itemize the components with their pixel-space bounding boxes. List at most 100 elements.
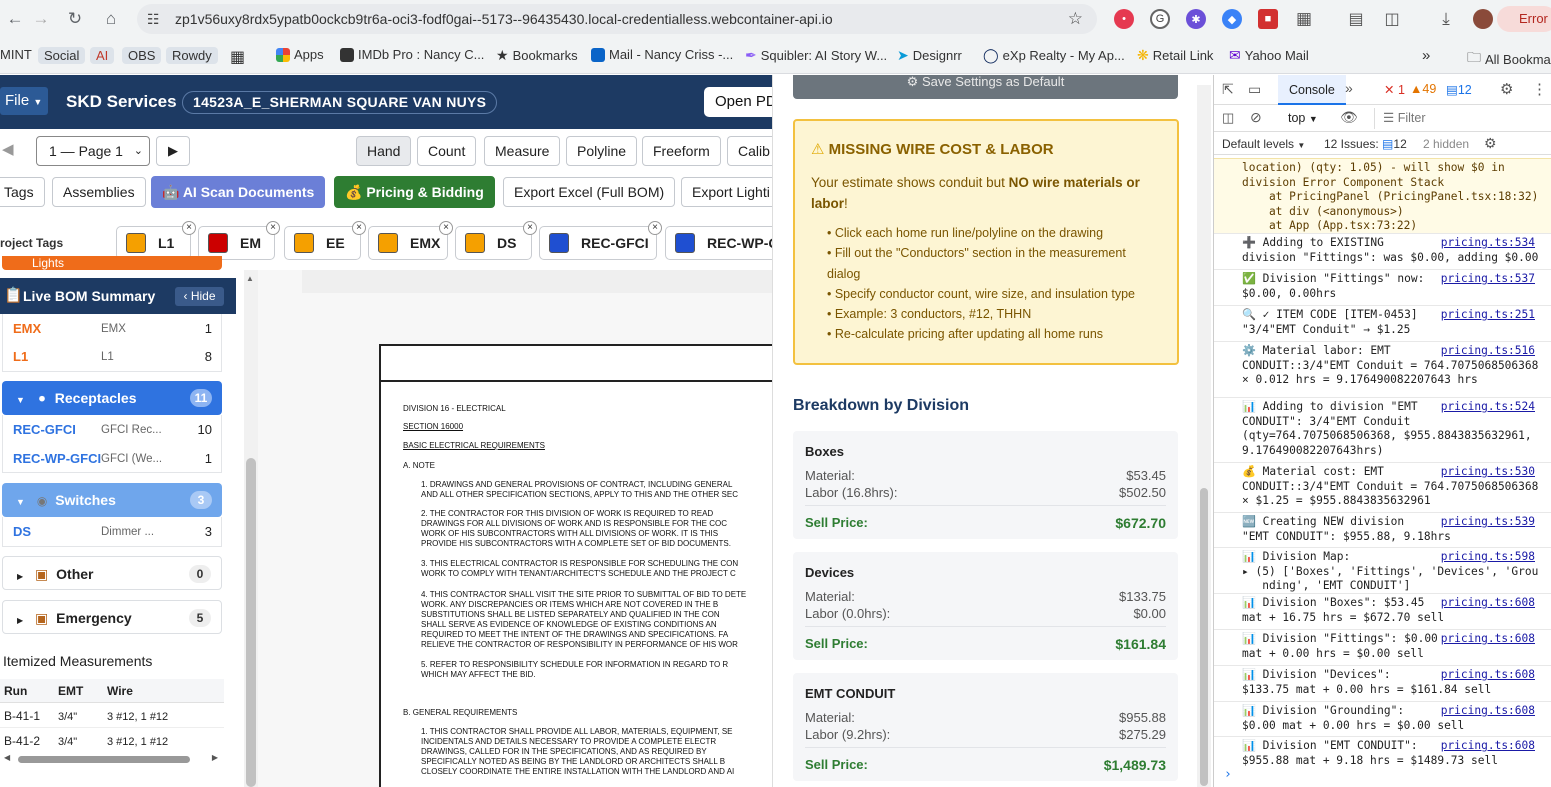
tool-calibrate[interactable]: Calib: [727, 136, 772, 166]
extension-icon[interactable]: ✱: [1186, 9, 1206, 29]
bookmark-designrr[interactable]: ➤ Designrr: [897, 47, 962, 64]
sidebar-toggle-icon[interactable]: ◫: [1222, 110, 1234, 126]
bookmark-mint[interactable]: MINT: [0, 47, 32, 62]
avatar[interactable]: [1473, 9, 1493, 29]
export-excel-button[interactable]: Export Excel (Full BOM): [503, 177, 676, 207]
scroll-left-icon[interactable]: ◀: [4, 753, 10, 762]
console-source-link[interactable]: pricing.ts:608: [1441, 739, 1535, 752]
reading-list-icon[interactable]: ▤: [1346, 9, 1366, 29]
remove-tag-icon[interactable]: ×: [182, 221, 196, 235]
remove-tag-icon[interactable]: ×: [648, 221, 662, 235]
bom-row-emx[interactable]: EMX EMX 1: [2, 316, 222, 342]
console-source-link[interactable]: pricing.ts:516: [1441, 344, 1535, 357]
tag-chip-em[interactable]: EM ×: [198, 221, 280, 260]
meas-run[interactable]: B-41-2: [4, 734, 40, 748]
sidepanel-icon[interactable]: ◫: [1382, 9, 1402, 29]
bookmark-obs[interactable]: OBS: [122, 47, 162, 64]
kebab-menu-icon[interactable]: ⋮: [1532, 80, 1547, 98]
viewer-scrollbar[interactable]: ▲: [244, 270, 258, 787]
console-source-link[interactable]: pricing.ts:524: [1441, 400, 1535, 413]
extension-icon[interactable]: ■: [1258, 9, 1278, 29]
save-settings-default-button[interactable]: ⚙ Save Settings as Default: [793, 75, 1178, 99]
next-page-button[interactable]: ▶: [156, 136, 190, 166]
forward-icon[interactable]: →: [28, 6, 54, 32]
remove-tag-icon[interactable]: ×: [439, 221, 453, 235]
more-tabs-icon[interactable]: »: [1345, 80, 1353, 96]
extension-icon[interactable]: ◆: [1222, 9, 1242, 29]
tab-console[interactable]: Console: [1278, 75, 1346, 105]
bom-row-ds[interactable]: DS Dimmer ... 3: [2, 519, 222, 545]
console-source-link[interactable]: pricing.ts:539: [1441, 515, 1535, 528]
tab-groups-icon[interactable]: ▦: [230, 47, 245, 67]
tool-freeform[interactable]: Freeform: [642, 136, 721, 166]
receptacles-category-bar[interactable]: ▼ ⚫ Receptacles 11: [2, 381, 222, 415]
bookmark-ai[interactable]: AI: [90, 47, 115, 64]
console-source-link[interactable]: pricing.ts:537: [1441, 272, 1535, 285]
tags-button[interactable]: Tags: [0, 177, 45, 207]
lights-category-bar[interactable]: Lights: [2, 256, 222, 270]
settings-gear-icon[interactable]: ⚙: [1500, 80, 1513, 98]
switches-category-bar[interactable]: ▼ ◉ Switches 3: [2, 483, 222, 517]
bookmark-all-bookmarks[interactable]: 🗀All Bookmarks: [1467, 47, 1551, 71]
page-select[interactable]: 1 — Page 1 ⌄: [36, 136, 150, 166]
scrollbar-thumb[interactable]: [1200, 488, 1208, 786]
tag-chip-rec-gfci[interactable]: REC-GFCI ×: [539, 221, 662, 260]
tag-chip-l1[interactable]: L1 ×: [116, 221, 196, 260]
download-icon[interactable]: ⤓: [1436, 9, 1456, 29]
bookmark-star-icon[interactable]: ☆: [1068, 4, 1083, 34]
project-name-pill[interactable]: 14523A_E_SHERMAN SQUARE VAN NUYS: [182, 91, 498, 114]
other-category-bar[interactable]: ▶ ▣ Other 0: [2, 556, 222, 590]
export-lighting-button[interactable]: Export Lighti: [681, 177, 772, 207]
scroll-up-icon[interactable]: ▲: [246, 274, 254, 283]
tool-polyline[interactable]: Polyline: [566, 136, 638, 166]
more-bookmarks-icon[interactable]: »: [1422, 47, 1430, 64]
eye-icon[interactable]: 👁: [1340, 109, 1358, 126]
issues-link[interactable]: 12 Issues: ▤12: [1324, 137, 1407, 151]
console-source-link[interactable]: pricing.ts:608: [1441, 596, 1535, 609]
bookmark-exp[interactable]: ◯ eXp Realty - My Ap...: [983, 47, 1125, 64]
tag-chip-ds[interactable]: DS ×: [455, 221, 537, 260]
bom-row-l1[interactable]: L1 L1 8: [2, 344, 222, 370]
clear-console-icon[interactable]: ⊘: [1250, 109, 1262, 126]
console-prompt-icon[interactable]: ›: [1224, 767, 1232, 782]
tool-measure[interactable]: Measure: [484, 136, 561, 166]
console-source-link[interactable]: pricing.ts:598: [1441, 550, 1535, 563]
ai-scan-button[interactable]: 🤖 AI Scan Documents: [151, 176, 326, 208]
pricing-bidding-button[interactable]: 💰 Pricing & Bidding: [334, 176, 495, 208]
address-bar[interactable]: ☷ zp1v56uxy8rdx5ypatb0ockcb9tr6a-oci3-fo…: [137, 4, 1097, 34]
device-toolbar-icon[interactable]: ▭: [1248, 81, 1261, 98]
console-source-link[interactable]: pricing.ts:608: [1441, 668, 1535, 681]
back-icon[interactable]: ←: [2, 6, 28, 32]
remove-tag-icon[interactable]: ×: [523, 221, 537, 235]
meas-run[interactable]: B-41-1: [4, 709, 40, 723]
default-levels-dropdown[interactable]: Default levels ▼: [1222, 137, 1305, 151]
extensions-puzzle-icon[interactable]: ▦: [1294, 9, 1314, 29]
context-selector[interactable]: top ▼: [1288, 111, 1318, 125]
bookmark-apps[interactable]: Apps: [276, 47, 324, 62]
inspect-element-icon[interactable]: ⇱: [1222, 81, 1234, 98]
remove-tag-icon[interactable]: ×: [352, 221, 366, 235]
extension-icon[interactable]: •: [1114, 9, 1134, 29]
browser-error-pill[interactable]: Error: [1497, 6, 1551, 32]
console-source-link[interactable]: pricing.ts:534: [1441, 236, 1535, 249]
site-settings-icon[interactable]: ☷: [147, 4, 160, 34]
tag-chip-emx[interactable]: EMX ×: [368, 221, 453, 260]
bookmark-imdb[interactable]: IMDb Pro : Nancy C...: [340, 47, 484, 62]
console-source-link[interactable]: pricing.ts:608: [1441, 632, 1535, 645]
hide-bom-button[interactable]: ‹ Hide: [175, 287, 224, 306]
prev-page-icon[interactable]: ◀: [2, 140, 14, 158]
tool-hand[interactable]: Hand: [356, 136, 412, 166]
bookmark-squibler[interactable]: ✒ Squibler: AI Story W...: [745, 47, 887, 64]
grammar-extension-icon[interactable]: G: [1150, 9, 1170, 29]
error-count[interactable]: ✕ 1: [1384, 82, 1405, 97]
tool-count[interactable]: Count: [417, 136, 477, 166]
console-settings-icon[interactable]: ⚙: [1484, 135, 1497, 152]
bom-row-rec-gfci[interactable]: REC-GFCI GFCI Rec... 10: [2, 417, 222, 443]
file-menu-button[interactable]: File ▼: [0, 87, 48, 115]
warning-count[interactable]: ▲49: [1410, 82, 1436, 96]
scroll-right-icon[interactable]: ▶: [212, 753, 218, 762]
horizontal-scrollbar[interactable]: ◀ ▶: [4, 753, 218, 765]
bookmark-retail-link[interactable]: ❋ Retail Link: [1137, 47, 1213, 64]
bookmark-rowdy[interactable]: Rowdy: [166, 47, 218, 64]
tag-chip-rec-wp-gfci[interactable]: REC-WP-G: [665, 226, 772, 260]
